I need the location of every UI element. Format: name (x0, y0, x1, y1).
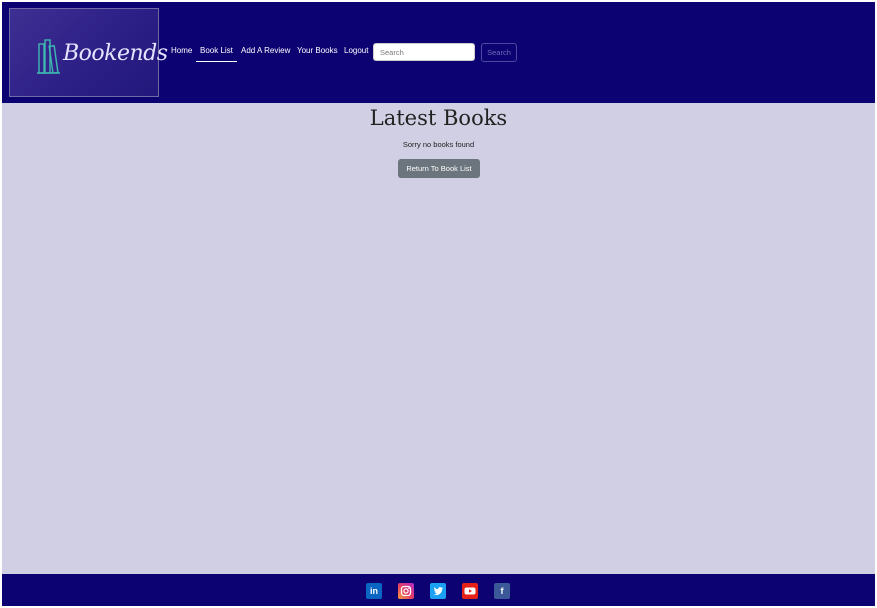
search-input[interactable] (373, 43, 475, 61)
page-title: Latest Books (369, 106, 508, 130)
nav-logout[interactable]: Logout (344, 46, 368, 55)
page-frame: Bookends Home Book List Add A Review You… (2, 2, 875, 606)
site-footer: in f (2, 574, 875, 606)
site-header: Bookends Home Book List Add A Review You… (2, 2, 875, 103)
nav-your-books[interactable]: Your Books (297, 46, 338, 55)
instagram-icon[interactable] (398, 583, 414, 599)
empty-message: Sorry no books found (402, 140, 475, 149)
logo-text: Bookends (63, 41, 168, 66)
youtube-icon[interactable] (462, 583, 478, 599)
twitter-icon[interactable] (430, 583, 446, 599)
site-logo[interactable]: Bookends (9, 8, 168, 97)
facebook-icon[interactable]: f (494, 583, 510, 599)
nav-home[interactable]: Home (171, 46, 192, 55)
linkedin-icon[interactable]: in (366, 583, 382, 599)
return-to-book-list-button[interactable]: Return To Book List (398, 159, 480, 178)
nav-add-review[interactable]: Add A Review (241, 46, 290, 55)
nav-book-list[interactable]: Book List (196, 46, 237, 62)
search-button[interactable]: Search (481, 43, 517, 62)
